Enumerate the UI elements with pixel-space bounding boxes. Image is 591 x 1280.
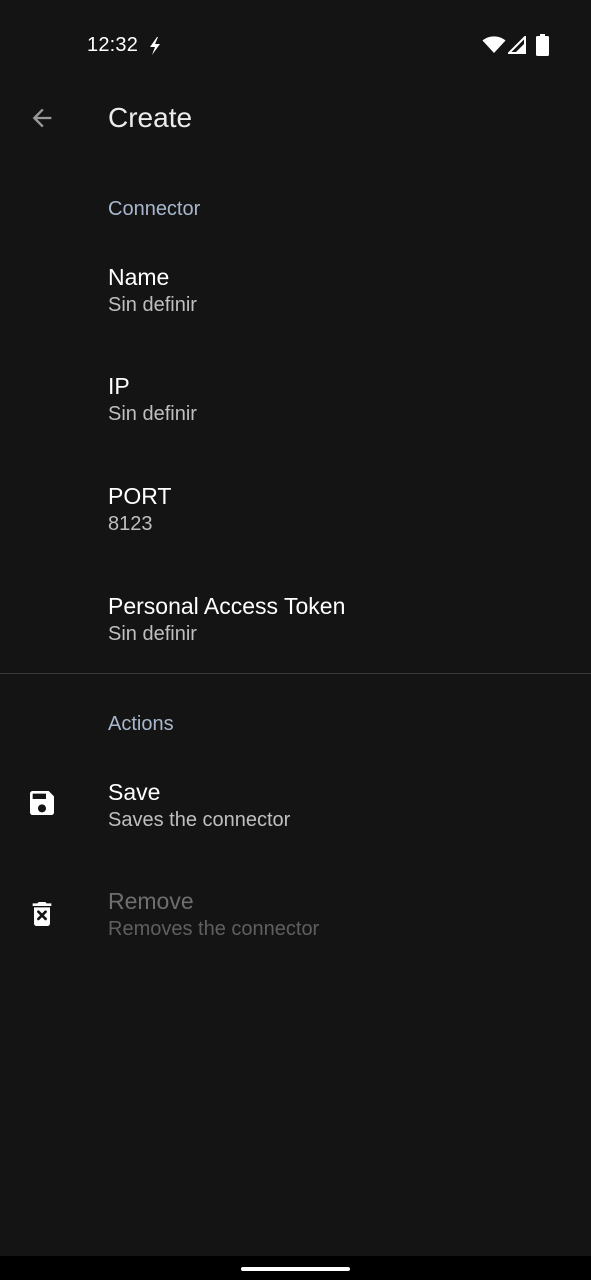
app-screen: 12:32 Create Connector Name Sin definir [0,0,591,1256]
cell-signal-icon [508,36,526,54]
back-button[interactable] [14,90,70,146]
battery-icon [536,34,549,56]
pref-summary: Sin definir [108,403,197,425]
navigation-bar [0,1256,591,1280]
pref-title: Personal Access Token [108,593,346,619]
wifi-icon [482,36,506,53]
pref-title: PORT [108,483,172,509]
section-header-actions: Actions [108,713,174,735]
home-gesture-handle[interactable] [241,1267,350,1271]
remove-button[interactable]: Remove Removes the connector [0,888,591,988]
pref-title: Name [108,264,170,290]
pref-title: Remove [108,888,194,914]
pref-name[interactable]: Name Sin definir [0,264,591,364]
pref-summary: Sin definir [108,623,197,645]
pref-summary: 8123 [108,513,153,535]
section-header-connector: Connector [108,198,201,220]
pref-summary: Saves the connector [108,809,291,831]
delete-icon [32,902,52,926]
arrow-back-icon [32,108,52,128]
pref-summary: Sin definir [108,294,197,316]
pref-port[interactable]: PORT 8123 [0,483,591,583]
pref-personal-access-token[interactable]: Personal Access Token Sin definir [0,593,591,693]
pref-title: Save [108,779,161,805]
status-bar: 12:32 [0,0,591,90]
section-divider [0,673,591,674]
pref-title: IP [108,373,130,399]
save-icon [30,791,54,815]
pref-ip[interactable]: IP Sin definir [0,373,591,473]
toolbar: Create [0,90,591,146]
page-title: Create [108,102,193,133]
status-time: 12:32 [87,34,139,56]
save-button[interactable]: Save Saves the connector [0,779,591,879]
bolt-icon [150,37,160,55]
pref-summary: Removes the connector [108,918,320,940]
